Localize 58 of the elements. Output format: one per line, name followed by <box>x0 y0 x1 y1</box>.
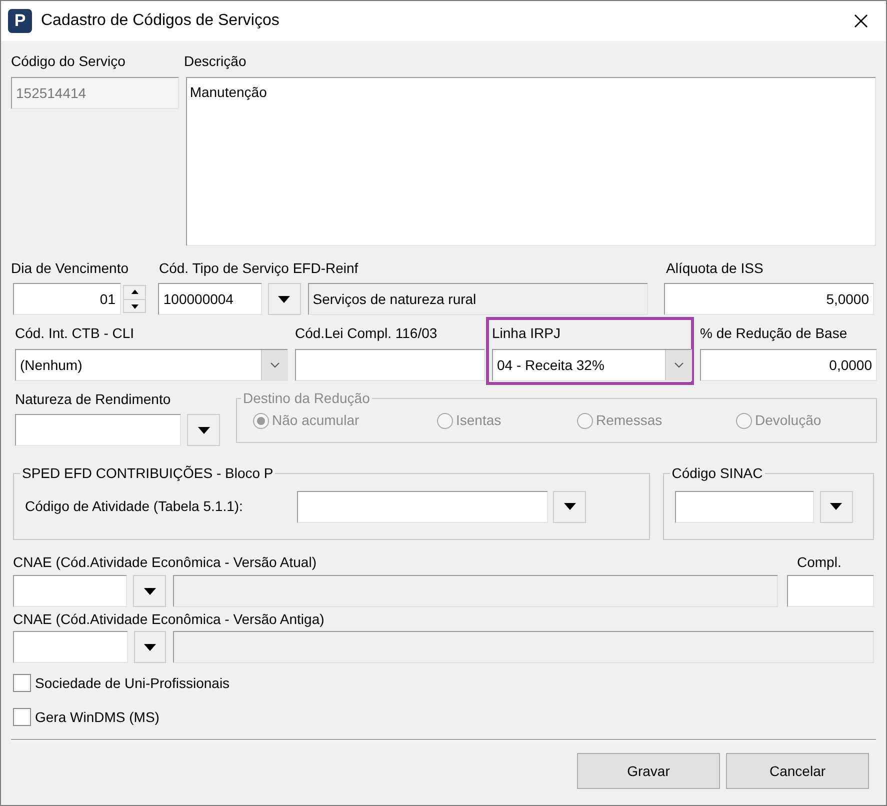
field-label: Compl. <box>797 553 842 572</box>
window-title: Cadastro de Códigos de Serviços <box>41 11 280 31</box>
checkbox[interactable] <box>13 674 31 692</box>
cnae-code-field[interactable] <box>13 631 128 663</box>
close-icon[interactable] <box>854 14 868 28</box>
spinner-control[interactable] <box>122 285 146 313</box>
combo-box[interactable]: 04 - Receita 32% <box>492 349 692 381</box>
nature-field[interactable] <box>15 414 181 446</box>
field-label: CNAE (Cód.Atividade Econômica - Versão Atual) <box>13 553 318 572</box>
triangle-down-icon <box>830 503 842 510</box>
complement-field[interactable] <box>787 575 874 607</box>
combo-box[interactable]: (Nenhum) <box>15 349 288 381</box>
description-textarea[interactable]: Manutenção <box>186 77 876 246</box>
field-label: Natureza de Rendimento <box>15 390 172 409</box>
combo-value: (Nenhum) <box>19 356 84 375</box>
field-label: Cód. Tipo de Serviço EFD-Reinf <box>159 259 360 278</box>
dialog-button[interactable]: Gravar <box>577 753 720 789</box>
dropdown-button[interactable] <box>820 490 853 522</box>
iss-rate-field[interactable]: 5,0000 <box>664 283 874 315</box>
checkbox[interactable] <box>13 708 31 726</box>
field-label: Dia de Vencimento <box>11 259 130 278</box>
field-label: % de Redução de Base <box>700 324 848 343</box>
field-label: Código do Serviço <box>11 52 126 71</box>
dropdown-button[interactable] <box>553 490 586 522</box>
triangle-down-icon <box>144 588 156 594</box>
field-label: Cód.Lei Compl. 116/03 <box>295 324 438 343</box>
dropdown-button[interactable] <box>187 414 220 446</box>
chevron-down-icon <box>674 362 684 368</box>
dropdown-button[interactable] <box>134 631 166 663</box>
field-label: CNAE (Cód.Atividade Econômica - Versão Antiga) <box>13 610 324 629</box>
checkbox-option[interactable]: Sociedade de Uni-Profissionais <box>1 673 886 693</box>
dropdown-button[interactable] <box>133 575 166 607</box>
dropdown-button[interactable] <box>268 283 301 315</box>
triangle-down-icon <box>278 296 290 302</box>
field-label: Código de Atividade (Tabela 5.1.1): <box>25 497 244 516</box>
checkbox-option[interactable]: Gera WinDMS (MS) <box>1 707 886 727</box>
field-label: Descrição <box>184 52 246 71</box>
group-title: SPED EFD CONTRIBUIÇÕES - Bloco P <box>20 463 276 483</box>
day-field[interactable]: 01 <box>13 283 120 315</box>
cnae-description-field[interactable] <box>173 631 874 663</box>
combo-value: 04 - Receita 32% <box>496 356 606 374</box>
law-code-field[interactable] <box>295 349 485 381</box>
dialog-button[interactable]: Cancelar <box>726 753 869 789</box>
app-logo: P <box>8 9 32 33</box>
field-label: Alíquota de ISS <box>666 259 764 278</box>
sinac-field[interactable] <box>674 490 814 522</box>
reduction-field[interactable]: 0,0000 <box>700 349 877 381</box>
triangle-down-icon <box>144 644 156 650</box>
activity-code-field[interactable] <box>297 490 548 522</box>
cnae-description-field[interactable] <box>173 575 778 607</box>
cnae-code-field[interactable] <box>13 575 128 607</box>
field-label: Cód. Int. CTB - CLI <box>15 324 136 343</box>
service-code-field[interactable]: 100000004 <box>158 283 262 315</box>
triangle-down-icon <box>564 503 576 510</box>
service-description-field[interactable]: Serviços de natureza rural <box>308 283 648 315</box>
chevron-down-icon <box>270 362 280 368</box>
triangle-down-icon <box>198 426 210 434</box>
field-label: Linha IRPJ <box>492 324 562 343</box>
